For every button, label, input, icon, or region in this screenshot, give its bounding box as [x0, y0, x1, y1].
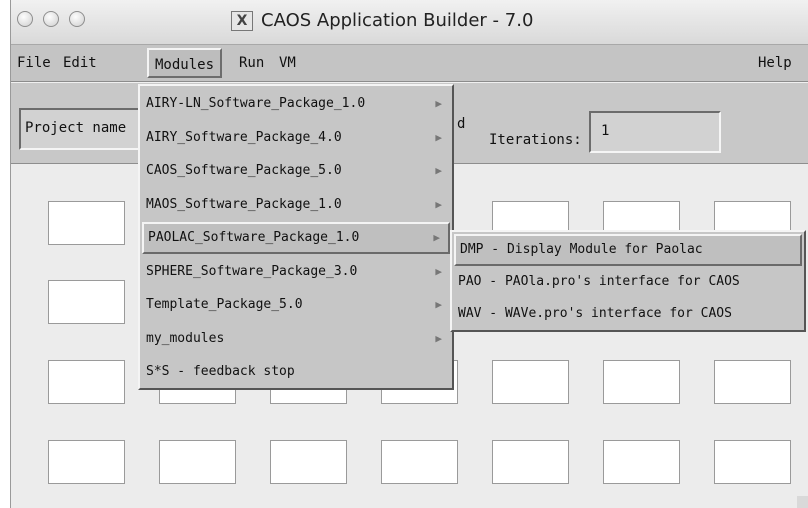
menu-item-label: MAOS_Software_Package_1.0	[146, 197, 342, 212]
window-title: CAOS Application Builder - 7.0	[261, 10, 534, 31]
submenu-arrow-icon: ▶	[435, 332, 442, 345]
menu-edit[interactable]: Edit	[57, 45, 103, 81]
menu-item-label: SPHERE_Software_Package_3.0	[146, 264, 358, 279]
x11-icon: X	[231, 10, 253, 31]
menu-bar: File Edit Modules Run VM Help	[11, 45, 808, 82]
close-window-button[interactable]	[17, 11, 33, 27]
menu-item-label: CAOS_Software_Package_5.0	[146, 163, 342, 178]
menu-item-maos[interactable]: MAOS_Software_Package_1.0 ▶	[142, 189, 450, 221]
menu-item-label: PAOLAC_Software_Package_1.0	[148, 230, 360, 245]
menu-help[interactable]: Help	[752, 45, 798, 81]
menu-item-feedback-stop[interactable]: S*S - feedback stop	[142, 356, 450, 388]
grid-cell[interactable]	[48, 280, 125, 324]
grid-cell[interactable]	[48, 201, 125, 245]
grid-cell[interactable]	[492, 440, 569, 484]
menu-modules[interactable]: Modules	[147, 48, 223, 78]
submenu-arrow-icon: ▶	[435, 164, 442, 177]
menu-item-sphere[interactable]: SPHERE_Software_Package_3.0 ▶	[142, 256, 450, 288]
toolbar-partial-label: d	[457, 116, 466, 132]
grid-cell[interactable]	[270, 440, 347, 484]
zoom-window-button[interactable]	[69, 11, 85, 27]
title-group: X CAOS Application Builder - 7.0	[231, 10, 533, 31]
submenu-arrow-icon: ▶	[433, 231, 440, 244]
menu-item-caos[interactable]: CAOS_Software_Package_5.0 ▶	[142, 155, 450, 187]
iterations-label: Iterations:	[489, 132, 582, 148]
menu-item-label: AIRY_Software_Package_4.0	[146, 130, 342, 145]
menu-vm[interactable]: VM	[273, 45, 302, 81]
grid-cell[interactable]	[714, 360, 791, 404]
menu-item-paolac[interactable]: PAOLAC_Software_Package_1.0 ▶	[142, 222, 450, 254]
iterations-field[interactable]: 1	[589, 111, 721, 153]
grid-cell[interactable]	[381, 440, 458, 484]
modules-dropdown-menu: AIRY-LN_Software_Package_1.0 ▶ AIRY_Soft…	[138, 84, 454, 390]
grid-cell[interactable]	[159, 440, 236, 484]
submenu-arrow-icon: ▶	[435, 198, 442, 211]
menu-item-my-modules[interactable]: my_modules ▶	[142, 323, 450, 355]
paolac-submenu: DMP - Display Module for Paolac PAO - PA…	[450, 230, 806, 332]
grid-cell[interactable]	[714, 440, 791, 484]
menu-item-label: Template_Package_5.0	[146, 297, 303, 312]
grid-cell[interactable]	[48, 360, 125, 404]
menu-item-label: S*S - feedback stop	[146, 364, 295, 379]
grid-cell[interactable]	[48, 440, 125, 484]
submenu-item-dmp[interactable]: DMP - Display Module for Paolac	[454, 234, 802, 266]
menu-item-airy-ln[interactable]: AIRY-LN_Software_Package_1.0 ▶	[142, 88, 450, 120]
menu-item-label: my_modules	[146, 331, 225, 346]
submenu-item-wav[interactable]: WAV - WAVe.pro's interface for CAOS	[454, 298, 802, 330]
submenu-item-pao[interactable]: PAO - PAOla.pro's interface for CAOS	[454, 266, 802, 298]
submenu-arrow-icon: ▶	[435, 131, 442, 144]
grid-cell[interactable]	[492, 360, 569, 404]
resize-corner[interactable]	[797, 496, 808, 508]
minimize-window-button[interactable]	[43, 11, 59, 27]
grid-cell[interactable]	[603, 440, 680, 484]
menu-item-label: AIRY-LN_Software_Package_1.0	[146, 96, 366, 111]
title-bar: X CAOS Application Builder - 7.0	[11, 0, 808, 45]
grid-cell[interactable]	[603, 360, 680, 404]
menu-run[interactable]: Run	[233, 45, 270, 81]
menu-item-template[interactable]: Template_Package_5.0 ▶	[142, 289, 450, 321]
submenu-arrow-icon: ▶	[435, 298, 442, 311]
menu-item-airy[interactable]: AIRY_Software_Package_4.0 ▶	[142, 122, 450, 154]
submenu-arrow-icon: ▶	[435, 97, 442, 110]
menu-file[interactable]: File	[11, 45, 57, 81]
submenu-arrow-icon: ▶	[435, 265, 442, 278]
